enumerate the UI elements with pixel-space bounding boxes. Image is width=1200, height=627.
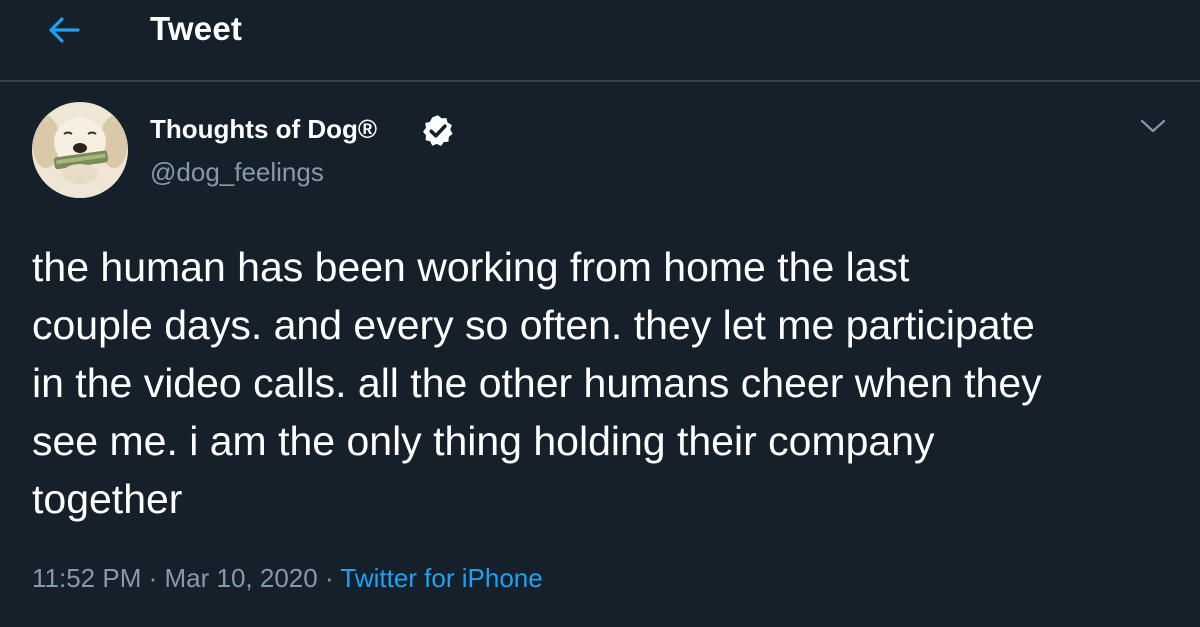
page-title: Tweet	[150, 10, 243, 47]
tweet-date[interactable]: Mar 10, 2020	[165, 563, 318, 593]
meta-separator: ·	[148, 563, 158, 593]
tweet-screen: Tweet Thoughts of Dog® @dog_feelings the	[0, 0, 1200, 627]
verified-badge-icon	[420, 113, 456, 149]
author-name[interactable]: Thoughts of Dog®	[150, 114, 377, 145]
tweet-time[interactable]: 11:52 PM	[32, 563, 141, 593]
top-bar: Tweet	[0, 0, 1200, 82]
arrow-left-icon[interactable]	[44, 14, 84, 46]
meta-separator: ·	[324, 563, 334, 593]
chevron-down-icon[interactable]	[1139, 116, 1167, 136]
dog-avatar-image	[32, 102, 128, 198]
tweet-source-link[interactable]: Twitter for iPhone	[340, 563, 542, 593]
tweet-text: the human has been working from home the…	[32, 244, 1042, 522]
avatar[interactable]	[32, 102, 128, 198]
author-handle[interactable]: @dog_feelings	[150, 157, 324, 188]
tweet-metadata: 11:52 PM · Mar 10, 2020 · Twitter for iP…	[32, 563, 543, 594]
